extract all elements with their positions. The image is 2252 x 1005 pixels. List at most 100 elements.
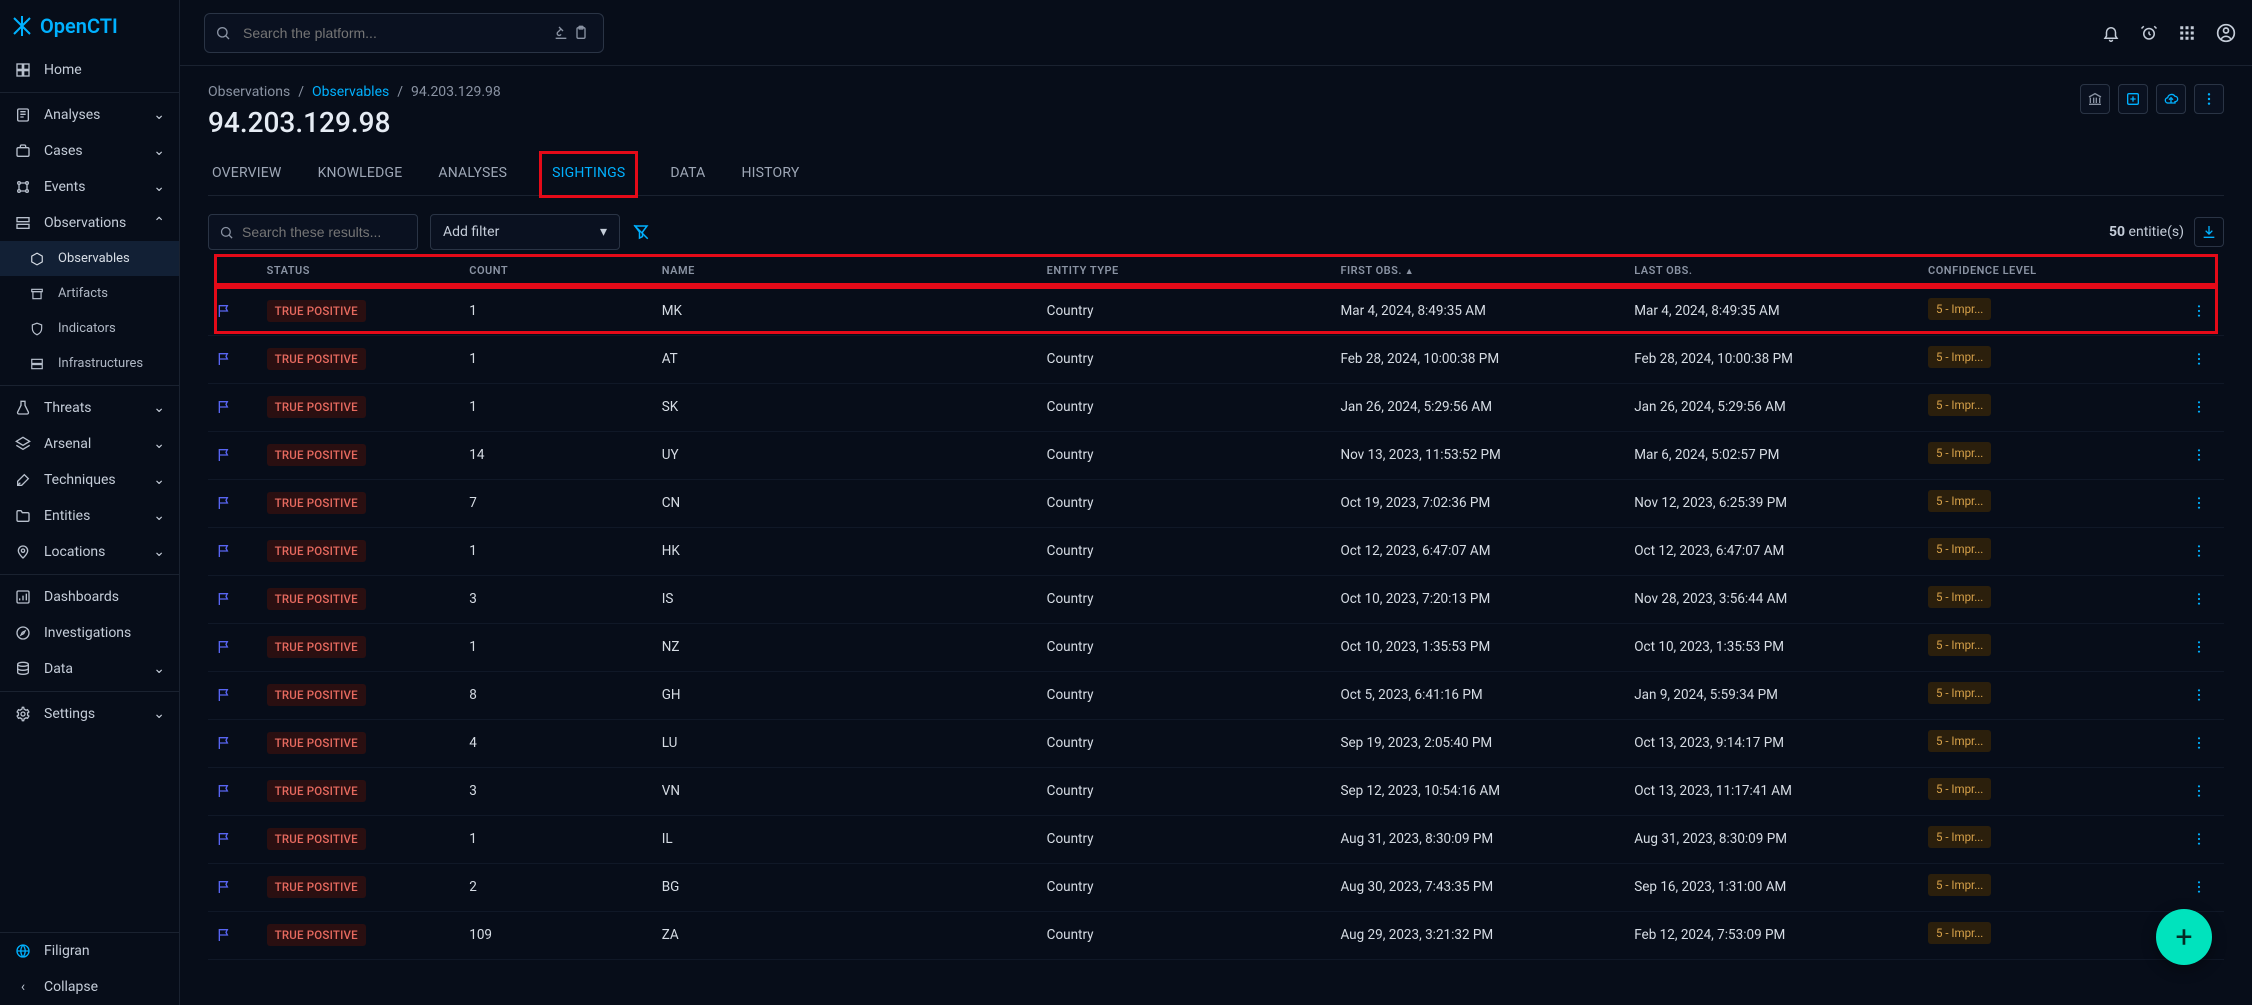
- table-row[interactable]: TRUE POSITIVE8GHCountryOct 5, 2023, 6:41…: [208, 671, 2224, 719]
- crumb-observables[interactable]: Observables: [312, 84, 389, 100]
- table-row[interactable]: TRUE POSITIVE3ISCountryOct 10, 2023, 7:2…: [208, 575, 2224, 623]
- table-row[interactable]: TRUE POSITIVE14UYCountryNov 13, 2023, 11…: [208, 431, 2224, 479]
- nav-threats[interactable]: Threats ⌄: [0, 390, 179, 426]
- status-badge: TRUE POSITIVE: [267, 492, 366, 514]
- nav-data[interactable]: Data ⌄: [0, 651, 179, 687]
- nav-analyses[interactable]: Analyses ⌄: [0, 97, 179, 133]
- row-menu-button[interactable]: [2183, 527, 2224, 575]
- nav: Home Analyses ⌄ Cases ⌄ Events ⌄ Observa…: [0, 52, 179, 932]
- add-filter-select[interactable]: Add filter ▾: [430, 214, 620, 250]
- table-row[interactable]: TRUE POSITIVE7CNCountryOct 19, 2023, 7:0…: [208, 479, 2224, 527]
- nav-investigations[interactable]: Investigations: [0, 615, 179, 651]
- sub-observables[interactable]: Observables: [0, 241, 179, 276]
- cell-first-obs: Oct 10, 2023, 1:35:53 PM: [1332, 623, 1626, 671]
- tab-knowledge[interactable]: KNOWLEDGE: [314, 151, 407, 195]
- observations-icon: [14, 215, 32, 231]
- fab-add-button[interactable]: +: [2156, 909, 2212, 965]
- apps-icon[interactable]: [2178, 24, 2198, 42]
- nav-observations[interactable]: Observations ⌃: [0, 205, 179, 241]
- footer-filigran[interactable]: Filigran: [0, 933, 179, 969]
- bank-button[interactable]: [2080, 84, 2110, 114]
- cloud-button[interactable]: [2156, 84, 2186, 114]
- status-badge: TRUE POSITIVE: [267, 540, 366, 562]
- cell-name: GH: [654, 671, 1039, 719]
- table-row[interactable]: TRUE POSITIVE1ATCountryFeb 28, 2024, 10:…: [208, 335, 2224, 383]
- enrich-button[interactable]: [2118, 84, 2148, 114]
- col-first-obs[interactable]: FIRST OBS.: [1332, 254, 1626, 287]
- tab-history[interactable]: HISTORY: [737, 151, 803, 195]
- table-row[interactable]: TRUE POSITIVE2BGCountryAug 30, 2023, 7:4…: [208, 863, 2224, 911]
- row-menu-button[interactable]: [2183, 863, 2224, 911]
- row-menu-button[interactable]: [2183, 431, 2224, 479]
- table-row[interactable]: TRUE POSITIVE4LUCountrySep 19, 2023, 2:0…: [208, 719, 2224, 767]
- crumb-root[interactable]: Observations: [208, 84, 290, 100]
- nav-cases[interactable]: Cases ⌄: [0, 133, 179, 169]
- bell-icon[interactable]: [2102, 24, 2122, 42]
- row-menu-button[interactable]: [2183, 671, 2224, 719]
- global-search[interactable]: [204, 13, 604, 53]
- microscope-icon[interactable]: [553, 25, 573, 41]
- tab-data[interactable]: DATA: [666, 151, 709, 195]
- nav-analyses-label: Analyses: [44, 107, 100, 123]
- user-icon[interactable]: [2216, 23, 2236, 43]
- col-count[interactable]: COUNT: [461, 254, 653, 287]
- results-search-input[interactable]: [242, 224, 423, 240]
- nav-locations[interactable]: Locations ⌄: [0, 534, 179, 570]
- row-menu-button[interactable]: [2183, 479, 2224, 527]
- sub-infrastructures[interactable]: Infrastructures: [0, 346, 179, 381]
- results-search[interactable]: [208, 214, 418, 250]
- row-menu-button[interactable]: [2183, 383, 2224, 431]
- alarm-icon[interactable]: [2140, 24, 2160, 42]
- nav-dashboards[interactable]: Dashboards: [0, 579, 179, 615]
- table-row[interactable]: TRUE POSITIVE1SKCountryJan 26, 2024, 5:2…: [208, 383, 2224, 431]
- chevron-down-icon: ⌄: [153, 661, 165, 677]
- col-confidence[interactable]: CONFIDENCE LEVEL: [1920, 254, 2183, 287]
- sub-artifacts[interactable]: Artifacts: [0, 276, 179, 311]
- table-row[interactable]: TRUE POSITIVE1MKCountryMar 4, 2024, 8:49…: [208, 287, 2224, 335]
- cell-count: 109: [461, 911, 653, 959]
- col-name[interactable]: NAME: [654, 254, 1039, 287]
- row-menu-button[interactable]: [2183, 623, 2224, 671]
- cell-count: 14: [461, 431, 653, 479]
- status-badge: TRUE POSITIVE: [267, 780, 366, 802]
- footer-filigran-label: Filigran: [44, 943, 90, 959]
- global-search-input[interactable]: [235, 25, 553, 41]
- tab-overview[interactable]: OVERVIEW: [208, 151, 286, 195]
- col-entity-type[interactable]: ENTITY TYPE: [1039, 254, 1333, 287]
- nav-entities[interactable]: Entities ⌄: [0, 498, 179, 534]
- clipboard-icon[interactable]: [573, 25, 593, 41]
- tab-sightings[interactable]: SIGHTINGS: [539, 151, 638, 198]
- nav-home[interactable]: Home: [0, 52, 179, 88]
- row-menu-button[interactable]: [2183, 575, 2224, 623]
- shield-icon: [28, 322, 46, 336]
- nav-settings[interactable]: Settings ⌄: [0, 696, 179, 732]
- col-status[interactable]: STATUS: [259, 254, 462, 287]
- download-button[interactable]: [2194, 217, 2224, 247]
- chevron-down-icon: ⌄: [153, 508, 165, 524]
- row-menu-button[interactable]: [2183, 335, 2224, 383]
- table-row[interactable]: TRUE POSITIVE1ILCountryAug 31, 2023, 8:3…: [208, 815, 2224, 863]
- table-row[interactable]: TRUE POSITIVE1NZCountryOct 10, 2023, 1:3…: [208, 623, 2224, 671]
- row-menu-button[interactable]: [2183, 815, 2224, 863]
- nav-arsenal[interactable]: Arsenal ⌄: [0, 426, 179, 462]
- clear-filters-button[interactable]: [632, 223, 650, 241]
- status-badge: TRUE POSITIVE: [267, 828, 366, 850]
- row-menu-button[interactable]: [2183, 767, 2224, 815]
- sub-indicators[interactable]: Indicators: [0, 311, 179, 346]
- table-row[interactable]: TRUE POSITIVE109ZACountryAug 29, 2023, 3…: [208, 911, 2224, 959]
- footer-collapse[interactable]: ‹ Collapse: [0, 969, 179, 1005]
- nav-techniques[interactable]: Techniques ⌄: [0, 462, 179, 498]
- nav-events[interactable]: Events ⌄: [0, 169, 179, 205]
- flag-icon: [216, 783, 251, 799]
- cell-count: 3: [461, 767, 653, 815]
- tab-analyses[interactable]: ANALYSES: [434, 151, 511, 195]
- row-menu-button[interactable]: [2183, 719, 2224, 767]
- database-icon: [14, 661, 32, 677]
- status-badge: TRUE POSITIVE: [267, 876, 366, 898]
- brand-logo[interactable]: OpenCTI: [0, 0, 179, 52]
- col-last-obs[interactable]: LAST OBS.: [1626, 254, 1920, 287]
- table-row[interactable]: TRUE POSITIVE1HKCountryOct 12, 2023, 6:4…: [208, 527, 2224, 575]
- row-menu-button[interactable]: [2183, 287, 2224, 335]
- more-button[interactable]: [2194, 84, 2224, 114]
- table-row[interactable]: TRUE POSITIVE3VNCountrySep 12, 2023, 10:…: [208, 767, 2224, 815]
